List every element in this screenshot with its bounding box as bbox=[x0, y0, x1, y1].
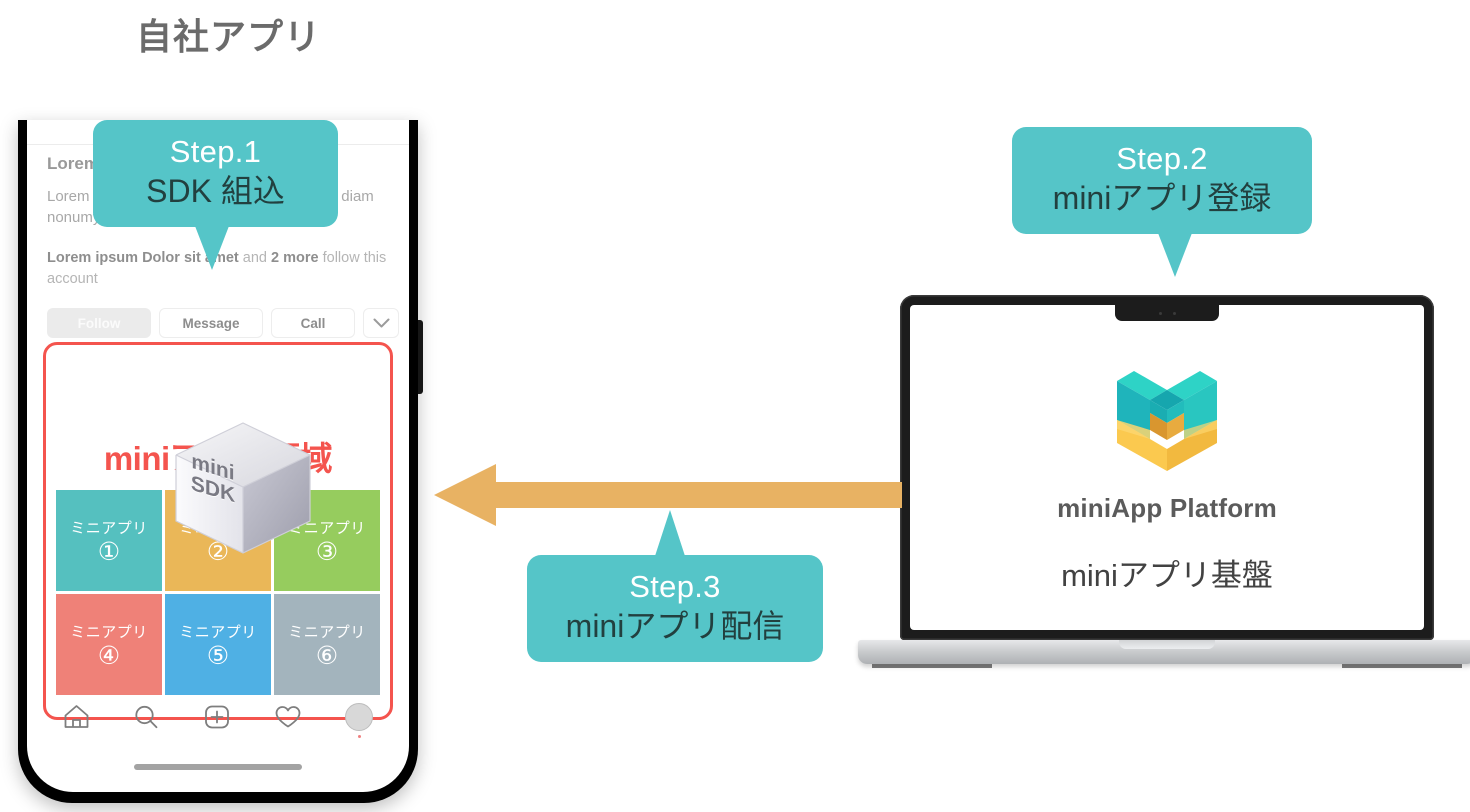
callout-tail bbox=[195, 225, 229, 270]
mini-app-tile[interactable]: ミニアプリ ⑤ bbox=[165, 594, 271, 695]
follow-button[interactable]: Follow bbox=[47, 308, 151, 338]
bottom-nav-bar bbox=[27, 688, 409, 746]
callout-tail bbox=[1158, 232, 1192, 277]
laptop-camera-notch bbox=[1115, 305, 1219, 321]
phone-side-button bbox=[418, 320, 423, 394]
mini-app-tile[interactable]: ミニアプリ ⑥ bbox=[274, 594, 380, 695]
mini-app-tile-number: ⑥ bbox=[315, 641, 339, 670]
platform-brand-subtitle: miniアプリ基盤 bbox=[1061, 558, 1273, 593]
mini-app-tile-label: ミニアプリ bbox=[70, 623, 148, 641]
home-icon[interactable] bbox=[63, 704, 90, 730]
laptop-screen: miniApp Platform miniアプリ基盤 bbox=[910, 305, 1424, 630]
mini-app-tile[interactable]: ミニアプリ ① bbox=[56, 490, 162, 591]
call-button[interactable]: Call bbox=[271, 308, 355, 338]
mini-app-tile-number: ③ bbox=[315, 537, 339, 566]
laptop-lid: miniApp Platform miniアプリ基盤 bbox=[900, 295, 1434, 640]
mini-app-tile-number: ⑤ bbox=[206, 641, 230, 670]
callout-step-description: SDK 組込 bbox=[146, 172, 285, 209]
diagram-canvas: 自社アプリ Lorem ipsum Lorem ipsum Dolor sit … bbox=[0, 0, 1470, 812]
callout-step-1: Step.1 SDK 組込 bbox=[93, 120, 338, 270]
laptop-foot-left bbox=[872, 664, 992, 668]
search-icon[interactable] bbox=[133, 704, 160, 730]
mini-sdk-cube: mini SDK bbox=[170, 417, 316, 559]
camera-dot bbox=[1172, 311, 1176, 315]
laptop-base-notch bbox=[1119, 640, 1215, 649]
callout-step-3: Step.3 miniアプリ配信 bbox=[527, 510, 823, 662]
page-title: 自社アプリ bbox=[136, 16, 322, 57]
feed-action-row: Follow Message Call bbox=[47, 308, 399, 338]
heart-icon[interactable] bbox=[274, 704, 302, 730]
callout-step-label: Step.2 bbox=[1116, 141, 1208, 176]
mini-app-tile[interactable]: ミニアプリ ④ bbox=[56, 594, 162, 695]
callout-step-label: Step.3 bbox=[629, 569, 721, 604]
mini-app-tile-label: ミニアプリ bbox=[288, 623, 366, 641]
callout-step-description: miniアプリ配信 bbox=[565, 607, 785, 644]
callout-tail bbox=[655, 510, 685, 556]
miniapp-heart-logo-icon bbox=[1117, 371, 1217, 471]
mini-app-tile-number: ④ bbox=[97, 641, 121, 670]
mini-app-tile-number: ① bbox=[97, 537, 121, 566]
camera-dot bbox=[1158, 311, 1162, 315]
platform-brand-name: miniApp Platform bbox=[1057, 493, 1277, 523]
platform-brand-lockup: miniApp Platform miniアプリ基盤 bbox=[910, 361, 1424, 595]
laptop-mockup: miniApp Platform miniアプリ基盤 bbox=[858, 295, 1470, 680]
message-button[interactable]: Message bbox=[159, 308, 263, 338]
feed-follow-and: and bbox=[238, 250, 272, 266]
laptop-foot-right bbox=[1342, 664, 1462, 668]
callout-step-description: miniアプリ登録 bbox=[1052, 179, 1272, 216]
callout-step-2: Step.2 miniアプリ登録 bbox=[1012, 127, 1312, 277]
home-indicator bbox=[134, 764, 302, 770]
avatar-icon[interactable] bbox=[345, 703, 374, 738]
plus-square-icon[interactable] bbox=[204, 704, 230, 730]
chevron-down-icon bbox=[373, 318, 389, 327]
laptop-base bbox=[858, 640, 1470, 664]
more-actions-button[interactable] bbox=[363, 308, 399, 338]
feed-follow-count: 2 more bbox=[271, 250, 319, 266]
callout-step-label: Step.1 bbox=[169, 134, 262, 169]
mini-app-tile-label: ミニアプリ bbox=[70, 519, 148, 537]
mini-app-tile-label: ミニアプリ bbox=[179, 623, 257, 641]
